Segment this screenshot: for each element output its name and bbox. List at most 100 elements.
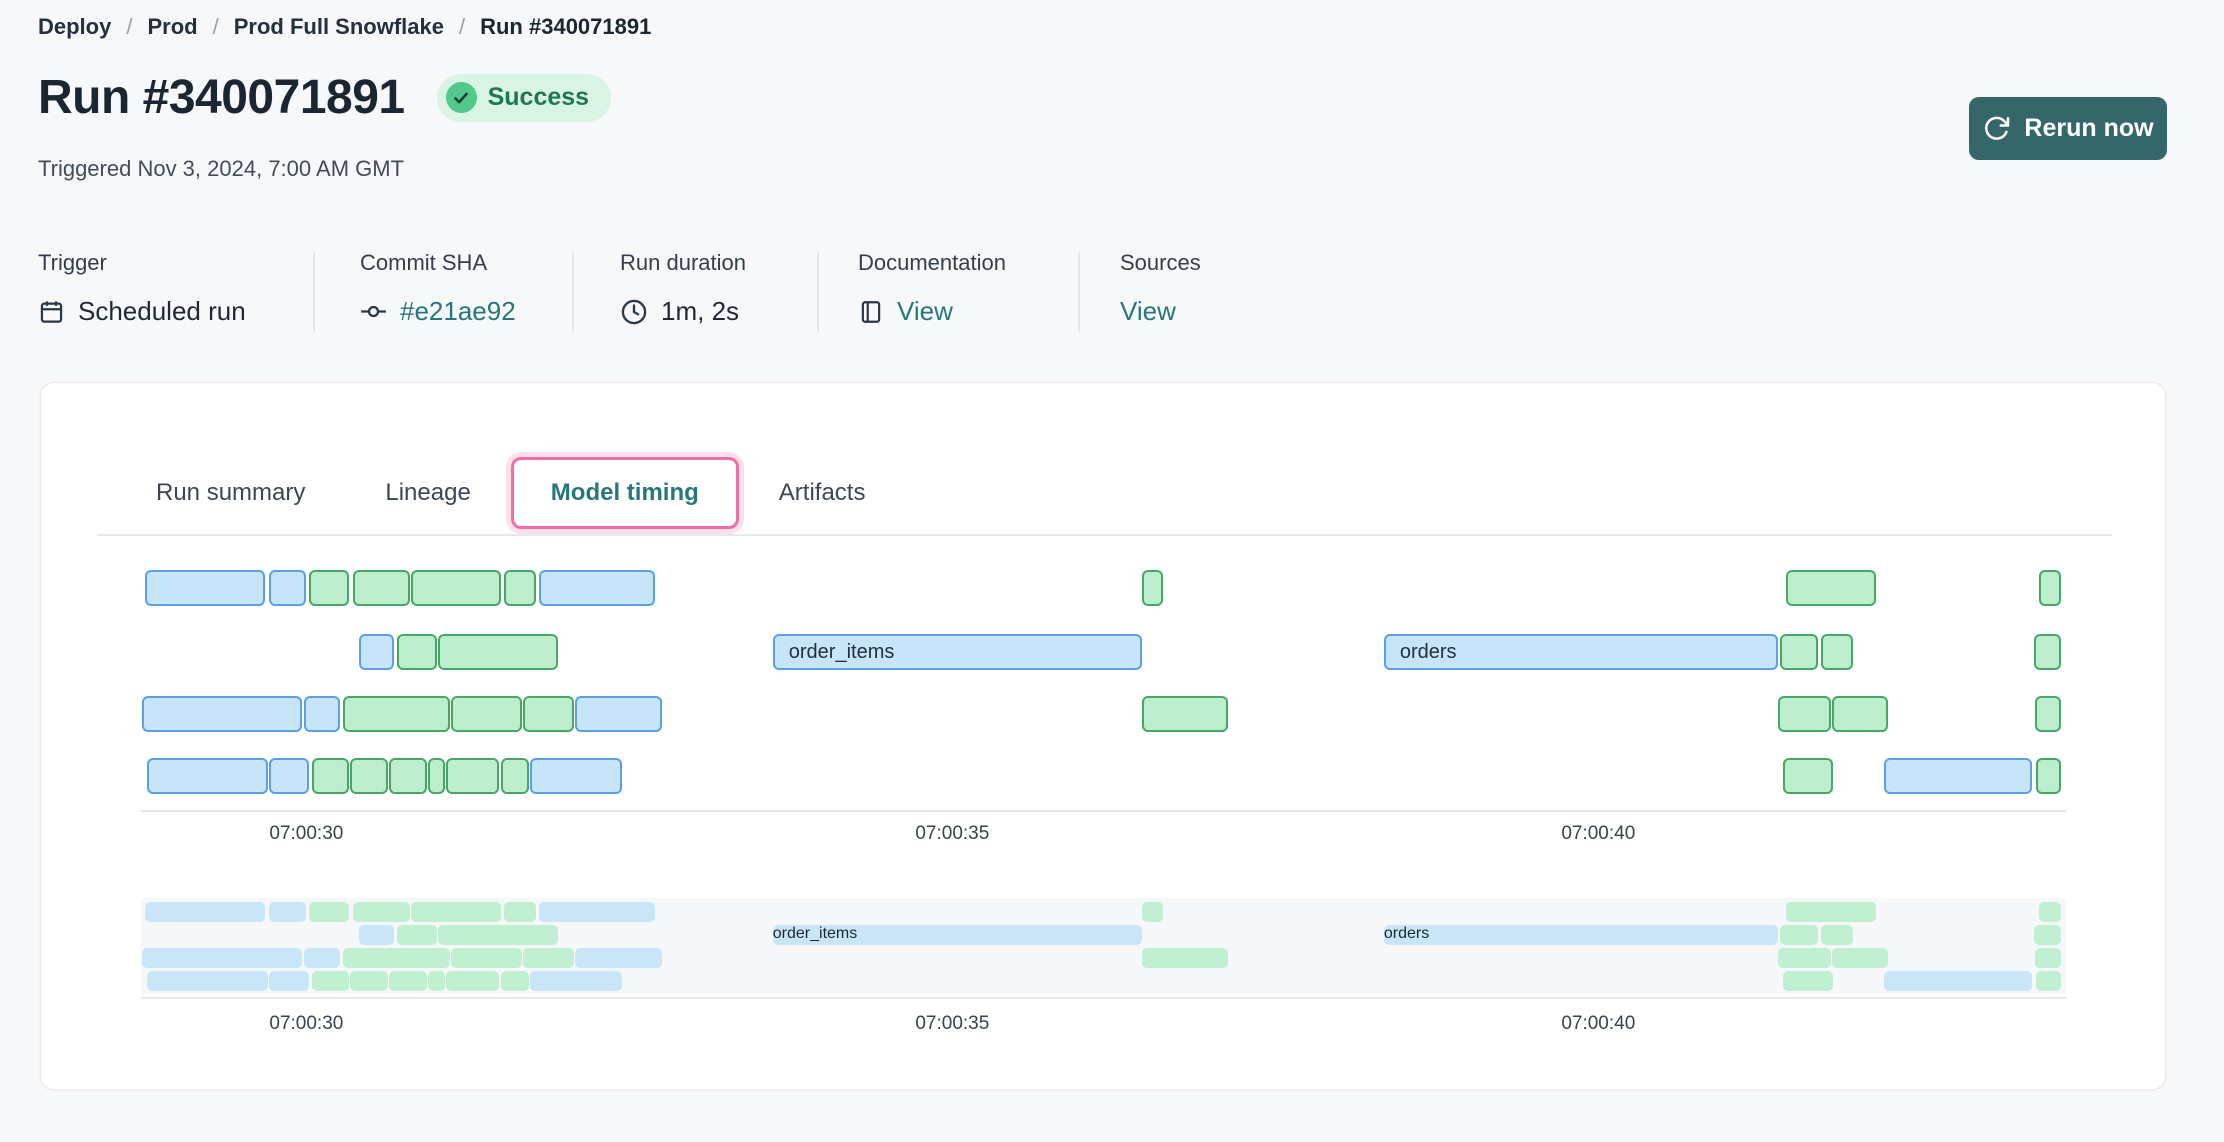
gantt-bar[interactable] <box>2035 696 2061 732</box>
gantt-bar[interactable] <box>145 570 265 606</box>
gantt-row <box>141 758 2066 794</box>
gantt-bar <box>359 925 394 945</box>
commit-icon <box>360 298 387 325</box>
breadcrumb-separator: / <box>459 14 465 40</box>
timeline-minimap[interactable]: order_itemsorders <box>141 898 2066 994</box>
gantt-bar[interactable] <box>1832 696 1888 732</box>
gantt-bar[interactable] <box>1821 634 1853 670</box>
gantt-bar[interactable] <box>501 758 528 794</box>
gantt-bar-order_items[interactable]: order_items <box>773 634 1143 670</box>
gantt-bar <box>530 971 622 991</box>
gantt-bar <box>312 971 349 991</box>
gantt-bar <box>389 971 426 991</box>
gantt-bar[interactable] <box>359 634 394 670</box>
gantt-bar <box>1778 948 1831 968</box>
gantt-bar <box>451 948 522 968</box>
run-detail-card: Run summary Lineage Model timing Artifac… <box>40 382 2166 1090</box>
gantt-row: order_itemsorders <box>141 925 2066 945</box>
gantt-bar[interactable] <box>523 696 573 732</box>
meta-trigger: Trigger Scheduled run <box>38 250 246 327</box>
gantt-row: order_items orders <box>141 634 2066 670</box>
gantt-bar[interactable] <box>343 696 450 732</box>
breadcrumb-deploy[interactable]: Deploy <box>38 14 111 40</box>
clock-icon <box>620 298 648 326</box>
gantt-row <box>141 570 2066 606</box>
gantt-bar <box>397 925 437 945</box>
meta-duration-label: Run duration <box>620 250 746 276</box>
gantt-bar[interactable] <box>2034 634 2061 670</box>
gantt-bar[interactable] <box>438 634 558 670</box>
triggered-timestamp: Triggered Nov 3, 2024, 7:00 AM GMT <box>38 156 404 182</box>
gantt-bar[interactable] <box>353 570 410 606</box>
meta-trigger-label: Trigger <box>38 250 246 276</box>
gantt-bar[interactable] <box>2036 758 2061 794</box>
calendar-icon <box>38 298 65 325</box>
gantt-bar-orders[interactable]: orders <box>1384 634 1778 670</box>
run-meta-row: Trigger Scheduled run Commit SHA #e21ae9… <box>0 250 2224 336</box>
gantt-bar[interactable] <box>2039 570 2061 606</box>
gantt-bar[interactable] <box>142 696 302 732</box>
gantt-bar <box>142 948 302 968</box>
gantt-bar <box>2036 971 2061 991</box>
gantt-bar[interactable] <box>350 758 387 794</box>
gantt-bar[interactable] <box>304 696 340 732</box>
meta-divider <box>313 252 315 332</box>
gantt-bar <box>411 902 501 922</box>
meta-trigger-value: Scheduled run <box>78 296 246 327</box>
gantt-bar[interactable] <box>1142 696 1227 732</box>
axis-tick-label: 07:00:35 <box>915 823 989 845</box>
minimap-axis-labels: 07:00:3007:00:3507:00:40 <box>141 1013 2066 1039</box>
gantt-bar[interactable] <box>147 758 267 794</box>
gantt-bar[interactable] <box>504 570 536 606</box>
gantt-bar[interactable] <box>1786 570 1876 606</box>
tab-model-timing[interactable]: Model timing <box>511 457 739 529</box>
breadcrumb-job[interactable]: Prod Full Snowflake <box>234 14 444 40</box>
meta-sources: Sources View <box>1120 250 1201 327</box>
status-badge-label: Success <box>488 83 589 112</box>
gantt-bar[interactable] <box>1142 570 1163 606</box>
rerun-now-button[interactable]: Rerun now <box>1969 97 2167 160</box>
tabs-divider <box>97 534 2112 536</box>
tab-run-summary[interactable]: Run summary <box>116 457 345 529</box>
meta-documentation-label: Documentation <box>858 250 1006 276</box>
tab-artifacts[interactable]: Artifacts <box>739 457 906 529</box>
gantt-bar <box>147 971 267 991</box>
gantt-bar[interactable] <box>411 570 501 606</box>
gantt-row <box>141 696 2066 732</box>
axis-tick-label: 07:00:30 <box>269 823 343 845</box>
breadcrumb-separator: / <box>213 14 219 40</box>
gantt-bar[interactable] <box>530 758 622 794</box>
sources-view-link[interactable]: View <box>1120 296 1176 327</box>
gantt-bar[interactable] <box>1783 758 1833 794</box>
gantt-bar <box>1821 925 1853 945</box>
success-check-icon <box>446 82 477 113</box>
gantt-bar[interactable] <box>451 696 522 732</box>
axis-tick-label: 07:00:40 <box>1561 823 1635 845</box>
meta-divider <box>572 252 574 332</box>
gantt-bar[interactable] <box>269 758 309 794</box>
gantt-bar <box>1832 948 1888 968</box>
model-timing-chart: order_items orders <box>141 383 2066 813</box>
meta-divider <box>1078 252 1080 332</box>
gantt-bar[interactable] <box>428 758 445 794</box>
gantt-bar[interactable] <box>539 570 655 606</box>
meta-commit-sha: Commit SHA #e21ae92 <box>360 250 516 327</box>
gantt-bar[interactable] <box>446 758 499 794</box>
run-detail-page: Deploy / Prod / Prod Full Snowflake / Ru… <box>0 0 2224 1142</box>
run-tabs: Run summary Lineage Model timing Artifac… <box>116 457 905 529</box>
gantt-bar[interactable] <box>1884 758 2033 794</box>
gantt-bar[interactable] <box>269 570 306 606</box>
gantt-bar <box>1783 971 1833 991</box>
gantt-bar[interactable] <box>1780 634 1817 670</box>
gantt-bar[interactable] <box>575 696 662 732</box>
commit-sha-link[interactable]: #e21ae92 <box>400 296 516 327</box>
gantt-bar[interactable] <box>389 758 426 794</box>
breadcrumb-prod[interactable]: Prod <box>147 14 197 40</box>
documentation-view-link[interactable]: View <box>897 296 953 327</box>
gantt-bar[interactable] <box>397 634 437 670</box>
gantt-bar <box>1780 925 1817 945</box>
gantt-bar[interactable] <box>312 758 349 794</box>
gantt-bar[interactable] <box>1778 696 1831 732</box>
gantt-bar[interactable] <box>309 570 349 606</box>
tab-lineage[interactable]: Lineage <box>345 457 510 529</box>
